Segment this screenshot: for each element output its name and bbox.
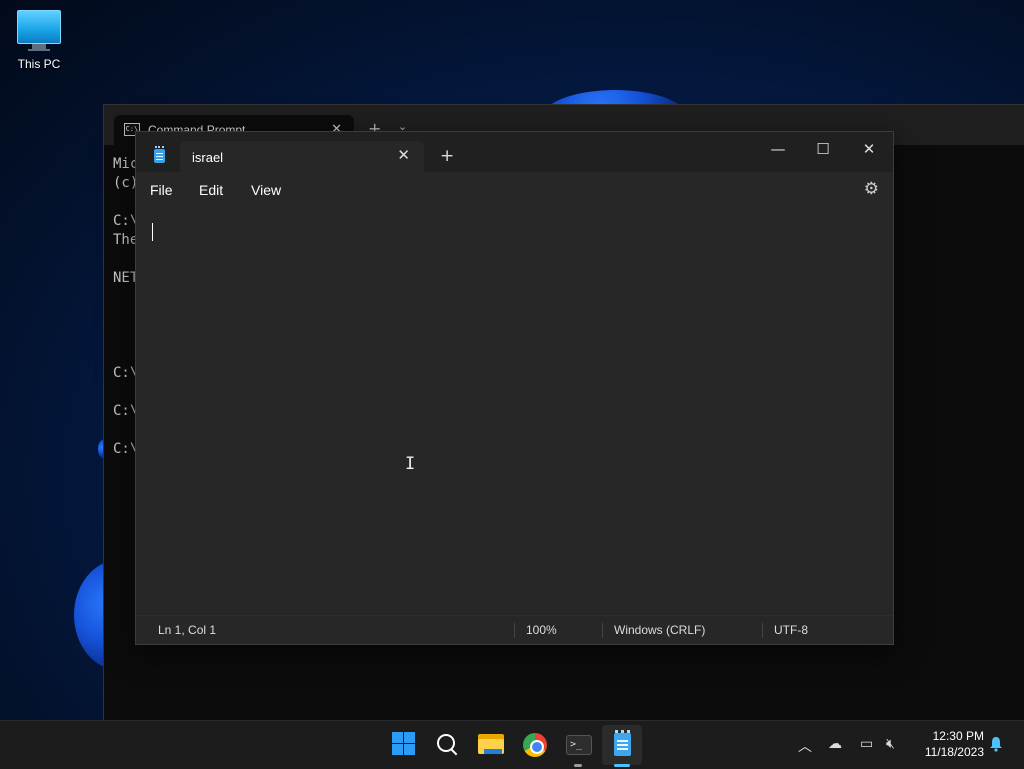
clock-date: 11/18/2023 xyxy=(924,745,984,759)
file-explorer-icon[interactable] xyxy=(475,729,507,761)
menu-file[interactable]: File xyxy=(150,182,173,198)
status-zoom[interactable]: 100% xyxy=(526,623,557,637)
menu-view[interactable]: View xyxy=(251,182,281,198)
status-line-ending[interactable]: Windows (CRLF) xyxy=(614,623,705,637)
minimize-button[interactable]: — xyxy=(758,136,798,162)
notepad-app-icon xyxy=(154,146,165,163)
search-icon[interactable] xyxy=(431,729,463,761)
chevron-up-icon[interactable]: ︿ xyxy=(798,736,812,756)
close-window-button[interactable]: ✕ xyxy=(849,136,889,162)
start-icon[interactable] xyxy=(389,729,421,761)
network-icon[interactable]: ▭ xyxy=(860,736,873,752)
terminal-running-indicator xyxy=(574,764,582,767)
notepad-menubar: File Edit View ⚙ xyxy=(136,172,893,206)
clock-time: 12:30 PM xyxy=(932,729,984,743)
status-encoding[interactable]: UTF-8 xyxy=(774,623,808,637)
volume-muted-icon[interactable]: 🔇︎ xyxy=(886,736,895,752)
system-clock[interactable]: 12:30 PM 11/18/2023 xyxy=(914,728,984,760)
terminal-icon[interactable]: >_ xyxy=(563,729,595,761)
text-caret xyxy=(152,223,153,241)
notepad-text-area[interactable] xyxy=(136,206,893,612)
notepad-tab[interactable]: israel ✕ xyxy=(180,141,424,172)
desktop-icon-label: This PC xyxy=(17,57,61,71)
notepad-window[interactable]: israel ✕ + — ☐ ✕ File Edit View ⚙ I Ln 1… xyxy=(135,131,894,645)
maximize-button[interactable]: ☐ xyxy=(803,136,843,162)
new-tab-plus-icon[interactable]: + xyxy=(440,146,454,166)
close-tab-icon[interactable]: ✕ xyxy=(397,146,410,164)
onedrive-offline-icon[interactable]: ☁ xyxy=(828,736,842,752)
desktop-icon-this-pc[interactable]: This PC xyxy=(10,10,68,71)
ibeam-cursor-icon: I xyxy=(405,454,416,474)
notepad-statusbar: Ln 1, Col 1 100% Windows (CRLF) UTF-8 xyxy=(136,615,893,644)
gear-icon[interactable]: ⚙ xyxy=(864,179,879,199)
notification-bell-icon[interactable] xyxy=(989,736,1003,752)
chrome-icon[interactable] xyxy=(519,729,551,761)
taskbar: >_ ︿ ☁ ▭ 🔇︎ 12:30 PM 11/18/2023 xyxy=(0,720,1024,769)
notepad-active-indicator xyxy=(614,764,630,767)
notepad-tab-title: israel xyxy=(192,150,224,165)
notepad-titlebar[interactable]: israel ✕ + — ☐ ✕ xyxy=(136,132,893,172)
computer-monitor-icon xyxy=(17,10,61,44)
notepad-icon[interactable] xyxy=(606,729,638,761)
menu-edit[interactable]: Edit xyxy=(199,182,223,198)
status-position: Ln 1, Col 1 xyxy=(158,623,217,637)
